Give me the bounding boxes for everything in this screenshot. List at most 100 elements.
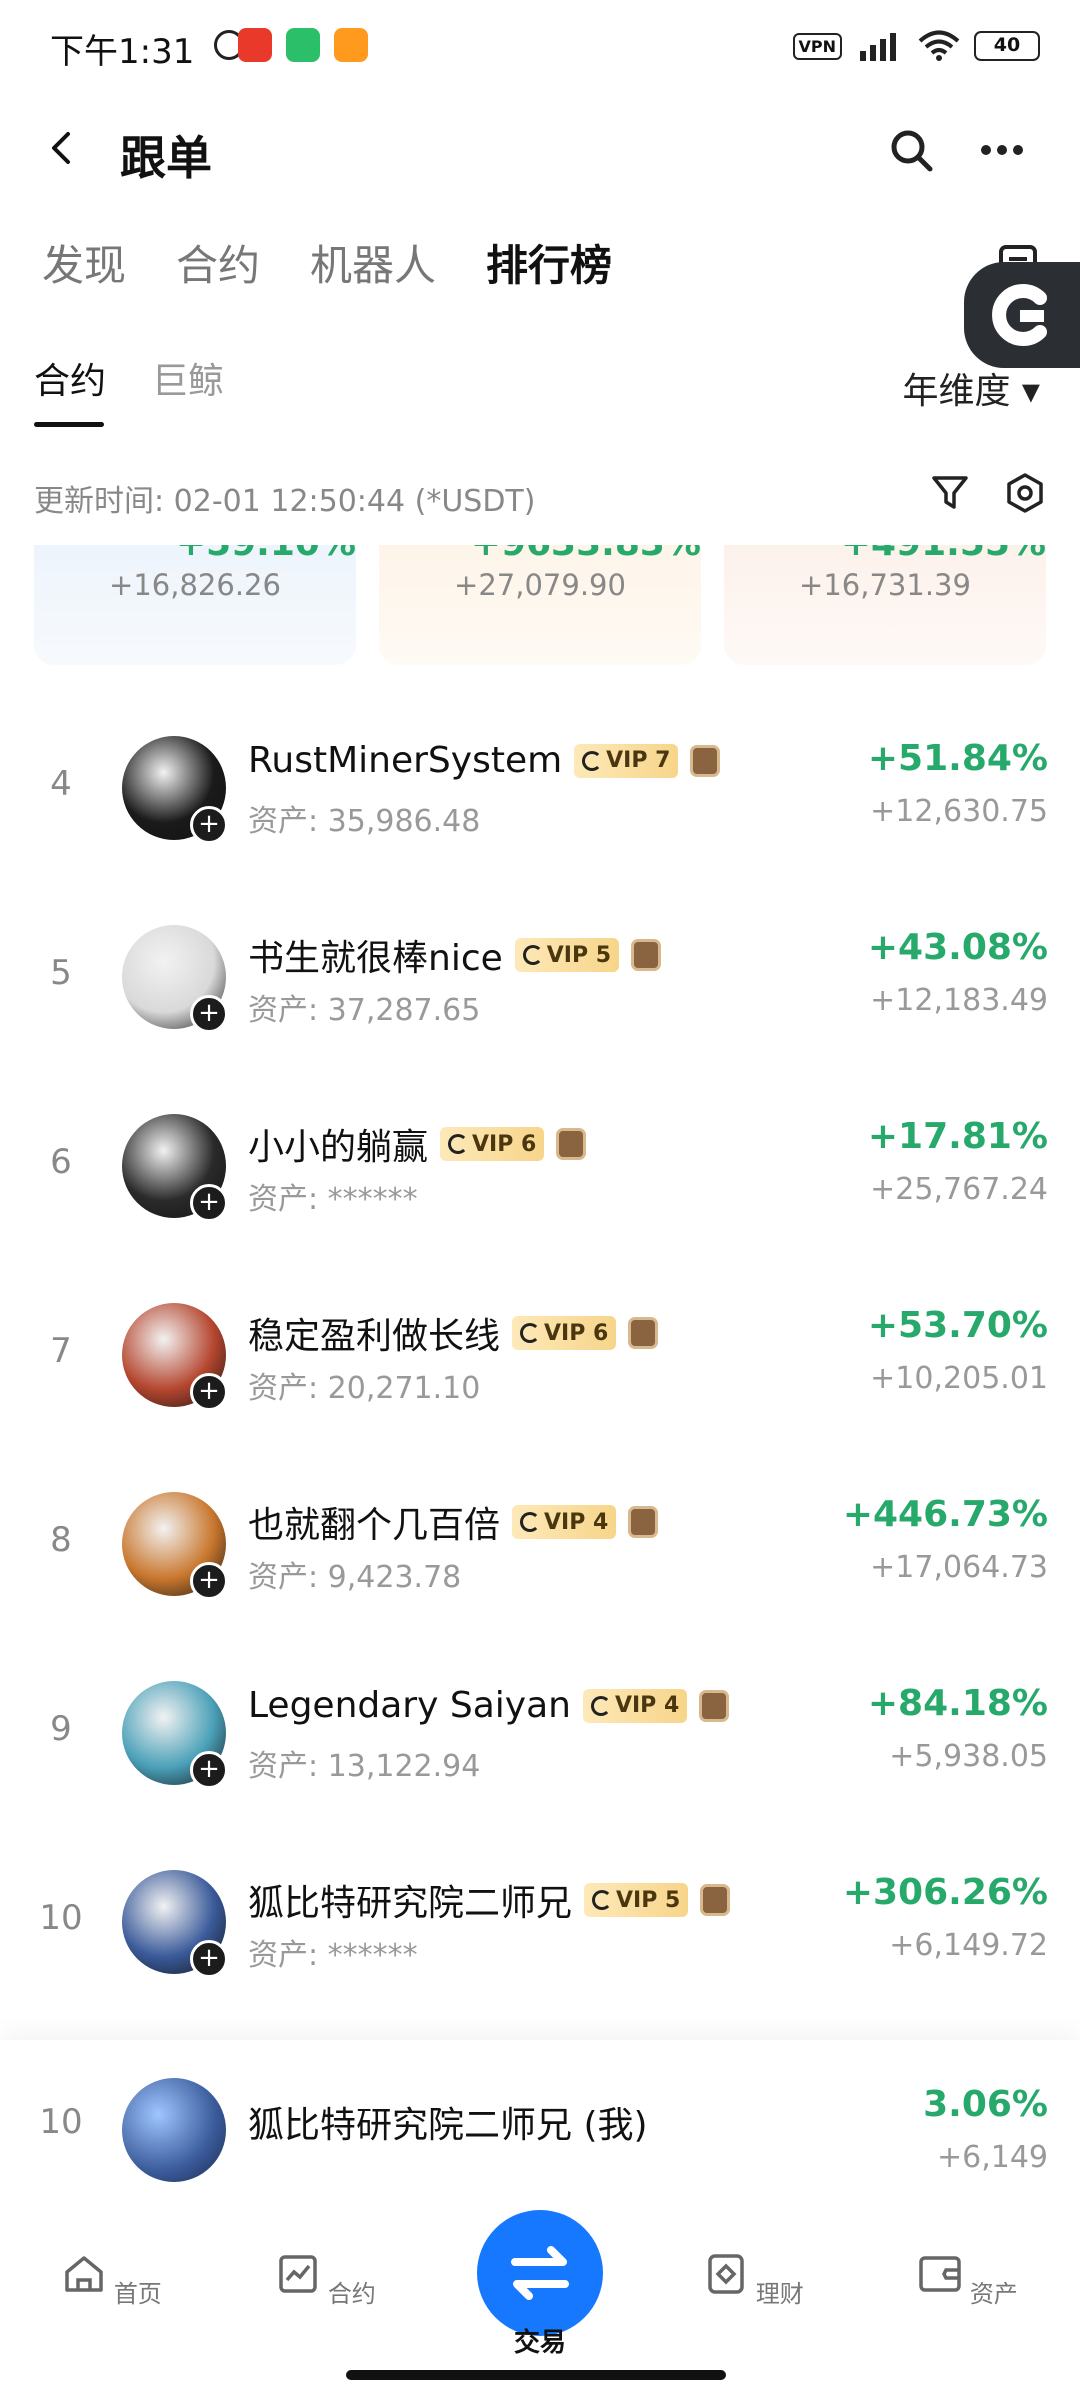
trader-assets: 资产: 37,287.65 — [248, 993, 481, 1028]
trader-assets: 资产: 35,986.48 — [248, 804, 481, 839]
home-indicator[interactable] — [346, 2370, 726, 2380]
table-row[interactable]: 7 + 稳定盈利做长线 VIP 6 资产: 20,271.10 +53.70% … — [0, 1279, 1080, 1429]
vip-logo-icon — [520, 1323, 541, 1343]
nav-label: 首页 — [113, 2280, 162, 2308]
trader-name: 狐比特研究院二师兄 — [248, 1883, 573, 1924]
profit-amount: +6,149.72 — [889, 1928, 1048, 1963]
trader-name: 小小的躺赢 — [248, 1127, 429, 1168]
settings-icon[interactable] — [1004, 472, 1046, 514]
wallet-icon — [919, 2256, 961, 2292]
trader-name: 也就翻个几百倍 — [248, 1505, 501, 1546]
trader-name: Legendary Saiyan — [248, 1685, 571, 1726]
top-card-value: +16,826.26 — [109, 568, 281, 602]
rank-number: 10 — [39, 2102, 83, 2142]
name-line: 书生就很棒nice VIP 5 — [248, 929, 662, 981]
trader-name: 狐比特研究院二师兄 (我) — [248, 2105, 648, 2146]
top-three-cards: +59.10% +16,826.26 +9633.83% +27,079.90 … — [34, 545, 1046, 665]
top-card-value: +27,079.90 — [454, 568, 626, 602]
table-row[interactable]: 5 + 书生就很棒nice VIP 5 资产: 37,287.65 +43.08… — [0, 901, 1080, 1051]
top-card[interactable]: +59.10% +16,826.26 — [34, 545, 356, 665]
sub-tabs: 合约 巨鲸 — [34, 352, 224, 404]
my-rank-row[interactable]: 10 狐比特研究院二师兄 (我) 3.06% +6,149 — [0, 2040, 1080, 2210]
follow-plus-button[interactable]: + — [190, 1751, 228, 1789]
tab-contract[interactable]: 合约 — [176, 232, 260, 293]
filter-icon[interactable] — [930, 472, 970, 512]
medal-icon — [699, 1689, 730, 1722]
trader-assets: 资产: 13,122.94 — [248, 1749, 481, 1784]
tab-robot[interactable]: 机器人 — [310, 232, 436, 293]
medal-icon — [628, 1317, 659, 1349]
return-percent: +84.18% — [867, 1683, 1048, 1724]
vip-level: VIP 4 — [544, 1509, 609, 1535]
nav-assets[interactable]: 资产 — [918, 2254, 1018, 2309]
subtab-whale[interactable]: 巨鲸 — [152, 352, 224, 404]
table-row[interactable]: 4 + RustMinerSystem VIP 7 资产: 35,986.48 … — [0, 712, 1080, 862]
rank-number: 9 — [50, 1709, 72, 1749]
follow-plus-button[interactable]: + — [190, 1184, 228, 1222]
medal-icon — [690, 744, 721, 777]
period-dropdown[interactable]: 年维度 ▾ — [902, 362, 1040, 414]
top-card[interactable]: +491.55% +16,731.39 — [724, 545, 1046, 665]
vip-badge: VIP 5 — [514, 938, 620, 972]
app-notification-icon — [238, 28, 272, 62]
status-bar: 下午1:31 VPN 40 — [0, 0, 1080, 92]
trader-assets: 资产: ****** — [248, 1182, 418, 1217]
back-arrow-icon[interactable] — [44, 130, 80, 166]
profit-amount: +10,205.01 — [870, 1361, 1048, 1396]
return-percent: +43.08% — [867, 927, 1048, 968]
profit-amount: +12,630.75 — [870, 794, 1048, 829]
nav-contract[interactable]: 合约 — [276, 2254, 376, 2309]
follow-plus-button[interactable]: + — [190, 995, 228, 1033]
home-icon — [65, 2256, 103, 2292]
follow-plus-button[interactable]: + — [190, 1940, 228, 1978]
trader-name: 书生就很棒nice — [248, 938, 503, 979]
tab-leaderboard[interactable]: 排行榜 — [486, 232, 612, 293]
rank-number: 4 — [50, 764, 72, 804]
brand-logo-icon — [992, 284, 1047, 346]
profit-amount: +6,149 — [936, 2140, 1048, 2175]
trade-button[interactable] — [477, 2210, 603, 2336]
subtab-contract[interactable]: 合约 — [34, 352, 106, 404]
rank-number: 6 — [50, 1142, 72, 1182]
table-row[interactable]: 8 + 也就翻个几百倍 VIP 4 资产: 9,423.78 +446.73% … — [0, 1468, 1080, 1618]
name-line: 也就翻个几百倍 VIP 4 — [248, 1496, 659, 1548]
trader-assets: 资产: 20,271.10 — [248, 1371, 481, 1406]
top-card[interactable]: +9633.83% +27,079.90 — [379, 545, 701, 665]
name-line: RustMinerSystem VIP 7 — [248, 740, 721, 781]
vip-level: VIP 5 — [616, 1887, 681, 1913]
more-icon[interactable] — [978, 135, 1026, 165]
name-line: Legendary Saiyan VIP 4 — [248, 1685, 730, 1726]
follow-plus-button[interactable]: + — [190, 1373, 228, 1411]
profit-amount: +12,183.49 — [870, 983, 1048, 1018]
vip-badge: VIP 7 — [574, 743, 679, 778]
vpn-indicator: VPN — [792, 32, 842, 60]
trader-name: 稳定盈利做长线 — [248, 1316, 501, 1357]
vip-level: VIP 7 — [606, 748, 671, 773]
table-row[interactable]: 6 + 小小的躺赢 VIP 6 资产: ****** +17.81% +25,7… — [0, 1090, 1080, 1240]
medal-icon — [631, 939, 662, 971]
profit-amount: +5,938.05 — [889, 1739, 1048, 1774]
nav-label: 资产 — [969, 2280, 1018, 2308]
floating-brand-button[interactable] — [964, 262, 1080, 368]
vip-logo-icon — [582, 750, 603, 771]
status-time: 下午1:31 — [50, 32, 195, 72]
table-row[interactable]: 10 + 狐比特研究院二师兄 VIP 5 资产: ****** +306.26%… — [0, 1846, 1080, 1996]
vip-level: VIP 4 — [614, 1693, 680, 1718]
nav-label: 理财 — [755, 2280, 804, 2308]
nav-finance[interactable]: 理财 — [704, 2254, 804, 2309]
page-title: 跟单 — [120, 131, 212, 185]
tab-discover[interactable]: 发现 — [42, 232, 126, 293]
search-icon[interactable] — [888, 127, 934, 173]
vip-badge: VIP 5 — [584, 1883, 689, 1917]
nav-home[interactable]: 首页 — [62, 2254, 162, 2309]
battery-level: 40 — [993, 34, 1021, 56]
table-row[interactable]: 9 + Legendary Saiyan VIP 4 资产: 13,122.94… — [0, 1657, 1080, 1807]
follow-plus-button[interactable]: + — [190, 1562, 228, 1600]
name-line: 稳定盈利做长线 VIP 6 — [248, 1307, 659, 1359]
follow-plus-button[interactable]: + — [190, 806, 228, 844]
vip-badge: VIP 4 — [512, 1505, 617, 1539]
vip-badge: VIP 6 — [440, 1127, 545, 1161]
rank-number: 5 — [50, 953, 72, 993]
app-notification-icon — [286, 28, 320, 62]
nav-label-trade: 交易 — [513, 2328, 566, 2358]
